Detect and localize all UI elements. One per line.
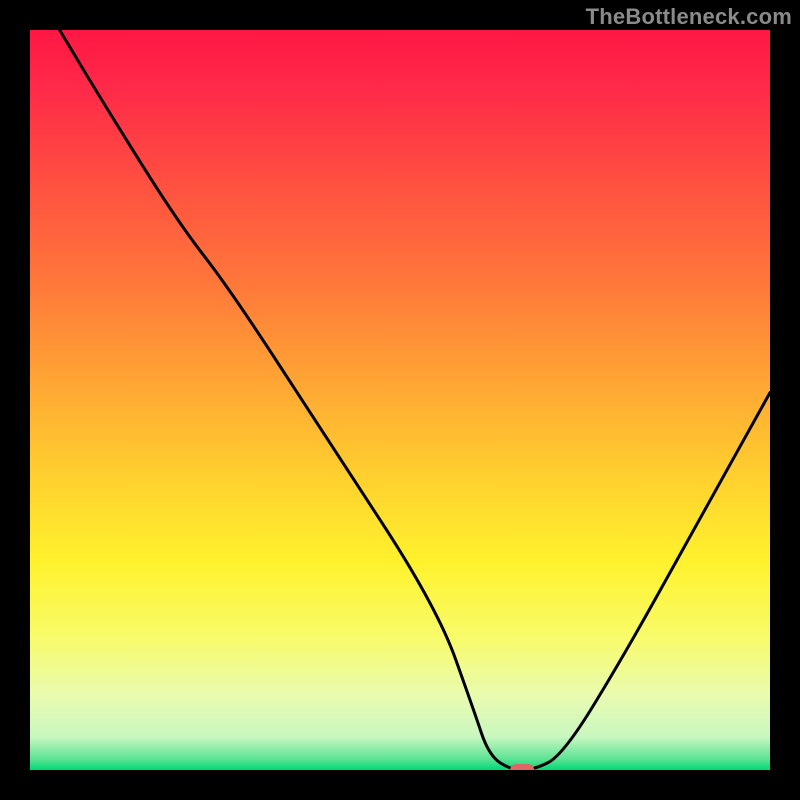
bottleneck-chart xyxy=(30,30,770,770)
watermark-text: TheBottleneck.com xyxy=(586,4,792,30)
optimal-point-marker xyxy=(510,764,534,770)
gradient-background xyxy=(30,30,770,770)
chart-container: TheBottleneck.com xyxy=(0,0,800,800)
